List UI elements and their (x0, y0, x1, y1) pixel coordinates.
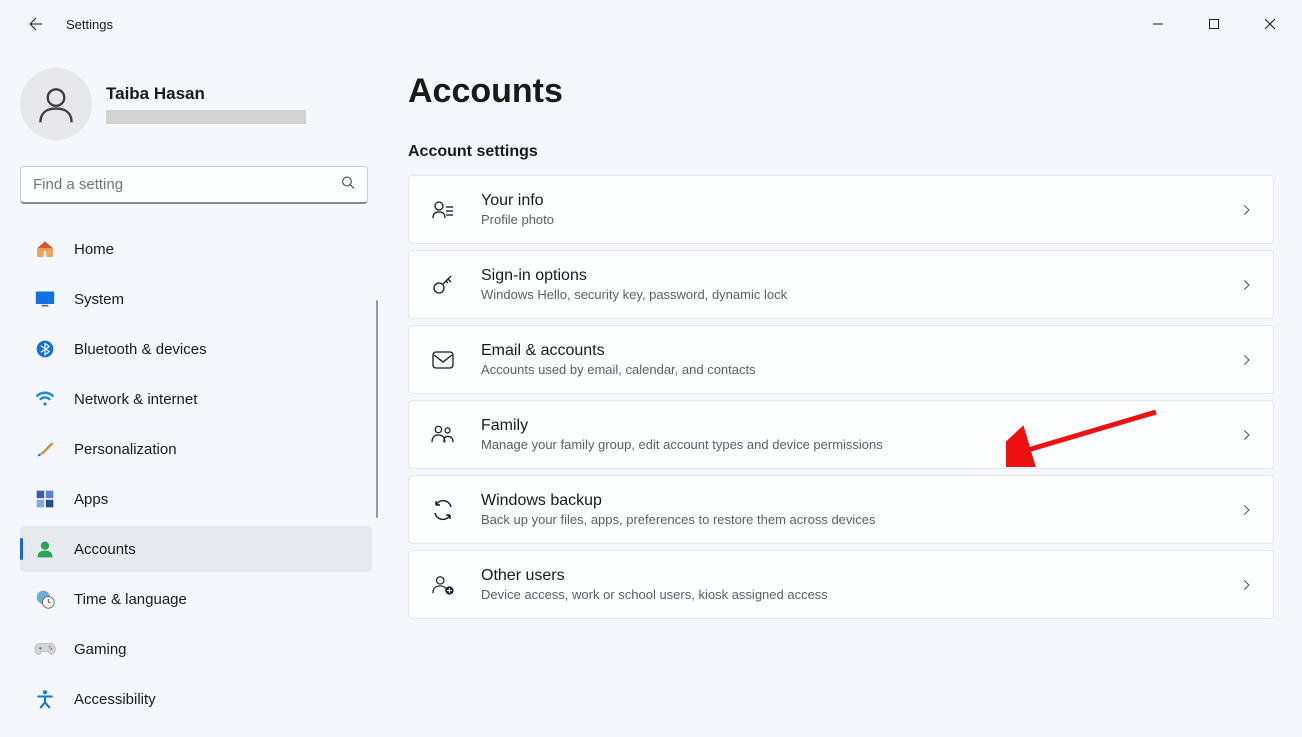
card-title: Sign-in options (481, 267, 1215, 285)
card-title: Your info (481, 192, 1215, 210)
titlebar: Settings (0, 0, 1302, 48)
nav-apps[interactable]: Apps (20, 476, 372, 522)
nav-label: Time & language (74, 591, 187, 608)
card-title: Other users (481, 567, 1215, 585)
close-button[interactable] (1242, 4, 1298, 44)
bluetooth-icon (34, 338, 56, 360)
minimize-button[interactable] (1130, 4, 1186, 44)
nav-home[interactable]: Home (20, 226, 372, 272)
card-signin-options[interactable]: Sign-in options Windows Hello, security … (408, 250, 1274, 319)
card-title: Family (481, 417, 1215, 435)
sidebar-scrollbar[interactable] (376, 300, 378, 518)
sync-icon (429, 496, 457, 524)
card-other-users[interactable]: Other users Device access, work or schoo… (408, 550, 1274, 619)
profile-email-redacted (106, 110, 306, 124)
nav-label: Network & internet (74, 391, 197, 408)
nav-label: Accessibility (74, 691, 156, 708)
nav-network[interactable]: Network & internet (20, 376, 372, 422)
card-subtitle: Profile photo (481, 212, 1215, 227)
nav-accounts[interactable]: Accounts (20, 526, 372, 572)
nav-label: System (74, 291, 124, 308)
nav-time[interactable]: Time & language (20, 576, 372, 622)
chevron-right-icon (1239, 353, 1253, 367)
nav-accessibility[interactable]: Accessibility (20, 676, 372, 722)
nav-bluetooth[interactable]: Bluetooth & devices (20, 326, 372, 372)
nav-gaming[interactable]: Gaming (20, 626, 372, 672)
nav-label: Accounts (74, 541, 136, 558)
nav-label: Bluetooth & devices (74, 341, 207, 358)
person-card-icon (429, 196, 457, 224)
nav-label: Personalization (74, 441, 177, 458)
system-icon (34, 288, 56, 310)
nav-personalization[interactable]: Personalization (20, 426, 372, 472)
nav: Home System Bluetooth & devices Network … (20, 226, 384, 726)
wifi-icon (34, 388, 56, 410)
card-windows-backup[interactable]: Windows backup Back up your files, apps,… (408, 475, 1274, 544)
chevron-right-icon (1239, 278, 1253, 292)
page-title: Accounts (408, 72, 1274, 111)
card-title: Email & accounts (481, 342, 1215, 360)
card-title: Windows backup (481, 492, 1215, 510)
section-heading: Account settings (408, 143, 1274, 161)
nav-label: Apps (74, 491, 108, 508)
nav-label: Gaming (74, 641, 127, 658)
profile-name: Taiba Hasan (106, 84, 306, 104)
maximize-button[interactable] (1186, 4, 1242, 44)
chevron-right-icon (1239, 203, 1253, 217)
accessibility-icon (34, 688, 56, 710)
add-user-icon (429, 571, 457, 599)
family-icon (429, 421, 457, 449)
card-family[interactable]: Family Manage your family group, edit ac… (408, 400, 1274, 469)
back-button[interactable] (24, 12, 48, 36)
card-subtitle: Device access, work or school users, kio… (481, 587, 1215, 602)
chevron-right-icon (1239, 428, 1253, 442)
app-title: Settings (66, 17, 113, 32)
apps-icon (34, 488, 56, 510)
card-subtitle: Back up your files, apps, preferences to… (481, 512, 1215, 527)
nav-system[interactable]: System (20, 276, 372, 322)
clock-globe-icon (34, 588, 56, 610)
chevron-right-icon (1239, 578, 1253, 592)
window-controls (1130, 4, 1298, 44)
card-subtitle: Accounts used by email, calendar, and co… (481, 362, 1215, 377)
gamepad-icon (34, 638, 56, 660)
profile-block[interactable]: Taiba Hasan (20, 68, 384, 160)
main-content: Accounts Account settings Your info Prof… (384, 48, 1302, 737)
person-icon (34, 538, 56, 560)
paintbrush-icon (34, 438, 56, 460)
sidebar: Taiba Hasan Home (0, 48, 384, 737)
search-icon (340, 175, 356, 196)
chevron-right-icon (1239, 503, 1253, 517)
search-box (20, 166, 368, 204)
card-your-info[interactable]: Your info Profile photo (408, 175, 1274, 244)
mail-icon (429, 346, 457, 374)
key-icon (429, 271, 457, 299)
avatar (20, 68, 92, 140)
nav-label: Home (74, 241, 114, 258)
search-input[interactable] (20, 166, 368, 204)
card-subtitle: Windows Hello, security key, password, d… (481, 287, 1215, 302)
card-subtitle: Manage your family group, edit account t… (481, 437, 1215, 452)
home-icon (34, 238, 56, 260)
card-email-accounts[interactable]: Email & accounts Accounts used by email,… (408, 325, 1274, 394)
